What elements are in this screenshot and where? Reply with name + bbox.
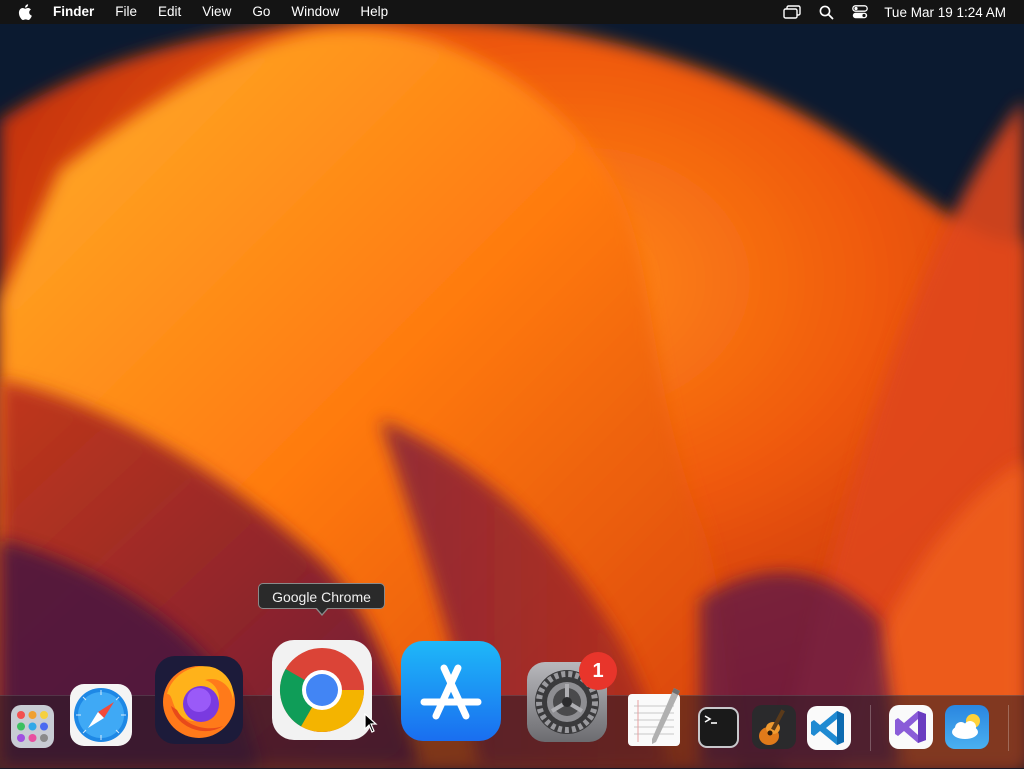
app-store-icon[interactable] [400,640,502,742]
menu-go[interactable]: Go [252,0,270,24]
garageband-icon[interactable] [751,704,797,750]
menubar-clock[interactable]: Tue Mar 19 1:24 AM [884,5,1006,20]
terminal-icon[interactable] [697,706,740,749]
visual-studio-icon[interactable] [888,704,934,750]
app-menu-finder[interactable]: Finder [53,0,94,24]
control-center-icon[interactable] [852,5,869,19]
apple-menu-icon[interactable] [18,4,32,20]
menu-bar: Finder File Edit View Go Window Help Tue… [0,0,1024,24]
tooltip-arrow [316,607,328,614]
menu-help[interactable]: Help [360,0,388,24]
chrome-icon[interactable] [270,638,374,742]
mouse-cursor-icon [364,713,378,733]
menu-edit[interactable]: Edit [158,0,181,24]
settings-notification-badge: 1 [579,652,617,690]
menu-file[interactable]: File [115,0,137,24]
vscode-icon[interactable] [806,705,852,751]
spotlight-search-icon[interactable] [819,5,834,20]
screen-mirroring-icon[interactable] [783,5,801,19]
firefox-icon[interactable] [153,654,245,746]
launchpad-icon[interactable] [10,704,55,749]
textedit-icon[interactable] [626,686,684,748]
dock-divider-trash [1008,705,1009,751]
dock-divider [870,705,871,751]
desktop-wallpaper [0,0,1024,768]
menu-view[interactable]: View [202,0,231,24]
weather-icon[interactable] [944,704,990,750]
safari-icon[interactable] [68,682,134,748]
dock-tooltip: Google Chrome [258,583,385,609]
menu-window[interactable]: Window [291,0,339,24]
